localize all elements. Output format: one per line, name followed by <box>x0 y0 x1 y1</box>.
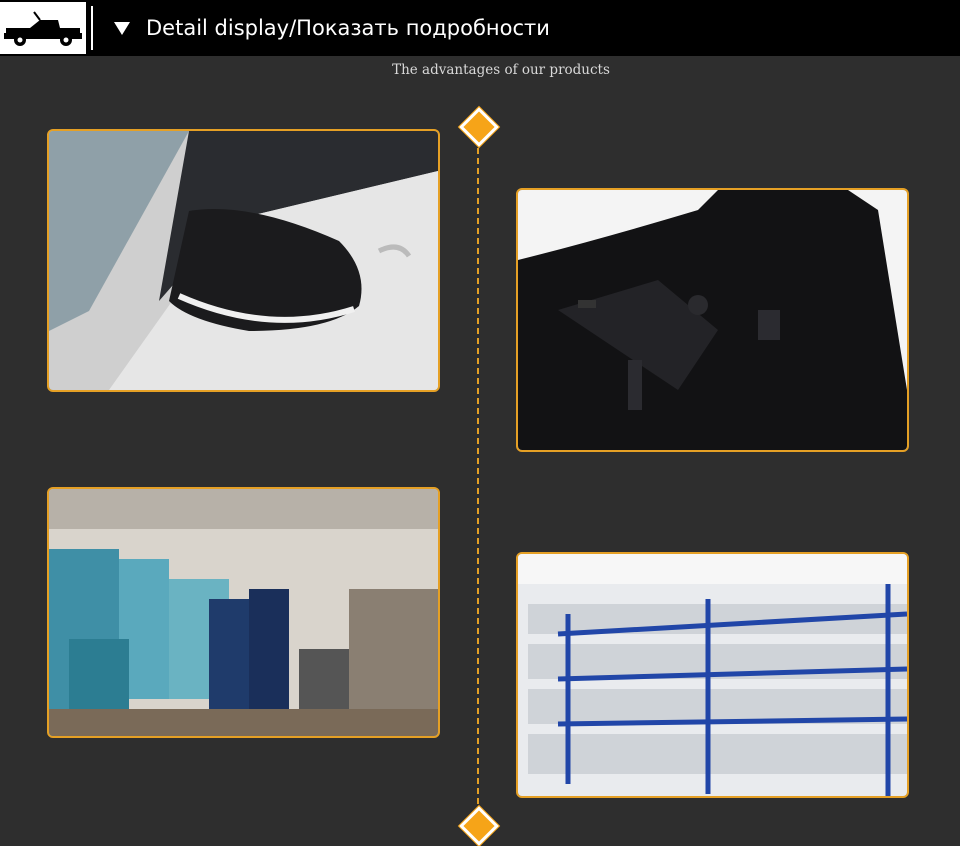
section-heading: Detail display/Показать подробности <box>114 14 550 42</box>
mirror-cover-inside-photo <box>516 188 909 452</box>
car-icon <box>4 11 82 46</box>
diamond-marker-icon <box>459 107 499 147</box>
logo[interactable] <box>0 2 86 54</box>
header-bar: Detail display/Показать подробности <box>0 0 960 56</box>
mirror-cover-installed-photo <box>47 129 440 392</box>
warehouse-shelves-photo <box>516 552 909 798</box>
section-heading-text: Detail display/Показать подробности <box>146 16 550 40</box>
advantages-subtitle: The advantages of our products <box>392 62 610 78</box>
header-divider <box>91 6 93 50</box>
timeline-dashed-line <box>477 138 479 824</box>
triangle-down-icon <box>114 21 130 35</box>
diamond-marker-icon <box>459 806 499 846</box>
factory-workshop-photo <box>47 487 440 738</box>
